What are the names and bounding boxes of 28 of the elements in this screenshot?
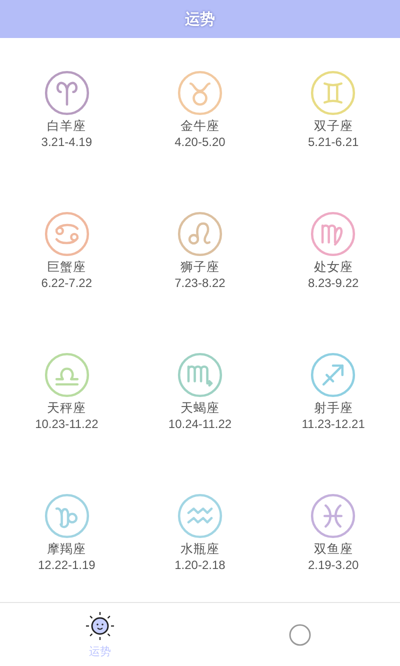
date-range: 12.22-1.19 [38, 557, 96, 573]
date-range: 7.23-8.22 [174, 275, 226, 291]
sign-name: 天秤座 [47, 400, 86, 416]
date-range: 5.21-6.21 [308, 134, 359, 150]
sign-name: 水瓶座 [180, 541, 220, 557]
date-range: 6.22-7.22 [41, 275, 92, 291]
sign-name: 天蝎座 [180, 400, 220, 416]
date-range: 4.20-5.20 [174, 134, 226, 150]
date-range: 2.19-3.20 [308, 557, 359, 573]
sign-name: 狮子座 [180, 259, 220, 275]
sign-name: 白羊座 [47, 118, 86, 134]
date-range: 10.23-11.22 [35, 416, 98, 432]
nav-tab[interactable]: 运势 [0, 603, 200, 666]
date-range: 3.21-4.19 [41, 134, 92, 150]
sign-name: 巨蟹座 [47, 259, 86, 275]
smiling-sun-icon [83, 610, 117, 640]
sign-name: 处女座 [314, 259, 353, 275]
circle-icon [287, 622, 313, 648]
date-range: 10.24-11.22 [168, 416, 232, 432]
sign-name: 摩羯座 [47, 541, 86, 557]
page-title: 运势 [185, 10, 215, 28]
sign-name: 双鱼座 [314, 541, 353, 557]
sign-name: 双子座 [314, 118, 353, 134]
sign-name: 金牛座 [180, 118, 220, 134]
date-range: 8.23-9.22 [308, 275, 359, 291]
date-range: 1.20-2.18 [174, 557, 226, 573]
sign-name: 射手座 [314, 400, 353, 416]
date-range: 11.23-12.21 [302, 416, 365, 432]
